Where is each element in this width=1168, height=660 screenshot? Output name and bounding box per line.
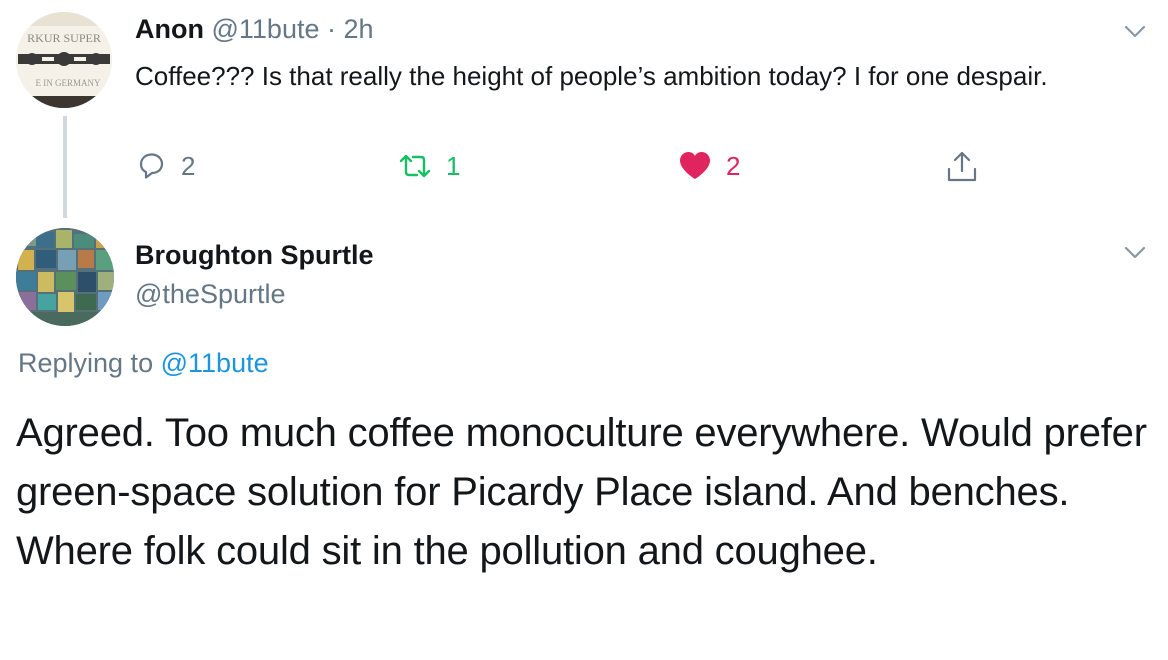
thread-connector-line <box>63 116 67 218</box>
parent-handle[interactable]: @11bute <box>212 14 320 44</box>
replying-mention-link[interactable]: @11bute <box>161 348 269 378</box>
avatar-text-top: RKUR SUPER <box>27 31 101 45</box>
avatar-text-bottom: E IN GERMANY <box>36 78 101 88</box>
parent-display-name[interactable]: Anon <box>135 14 204 44</box>
heart-icon <box>680 152 710 179</box>
header-separator: · <box>327 14 337 44</box>
like-count: 2 <box>726 150 741 181</box>
replying-to-line: Replying to @11bute <box>18 348 269 379</box>
main-tweet-text: Agreed. Too much coffee monoculture ever… <box>16 411 1147 573</box>
reply-count: 2 <box>181 150 196 181</box>
replying-prefix: Replying to <box>18 348 154 378</box>
main-display-name[interactable]: Broughton Spurtle <box>135 240 373 271</box>
parent-avatar[interactable]: RKUR SUPER E IN GERMANY <box>16 12 112 108</box>
reply-icon <box>139 153 164 179</box>
mosaic-avatar-image <box>16 228 114 326</box>
main-author-avatar[interactable] <box>16 228 114 326</box>
reply-button[interactable]: 2 <box>135 150 195 182</box>
chevron-down-icon[interactable] <box>1124 246 1146 260</box>
main-handle[interactable]: @theSpurtle <box>135 279 286 310</box>
parent-tweet-text: Coffee??? Is that really the height of p… <box>135 61 1048 91</box>
parent-tweet-header: Anon @11bute · 2h <box>135 14 374 45</box>
share-button[interactable] <box>945 150 979 184</box>
parent-timestamp[interactable]: 2h <box>344 14 374 44</box>
share-icon <box>947 151 977 182</box>
chevron-down-icon[interactable] <box>1124 25 1146 39</box>
retweet-icon <box>399 154 431 178</box>
razor-blade-avatar-image: RKUR SUPER E IN GERMANY <box>16 12 112 108</box>
retweet-count: 1 <box>446 150 461 181</box>
like-button[interactable]: 2 <box>678 150 740 182</box>
retweet-button[interactable]: 1 <box>398 150 460 182</box>
